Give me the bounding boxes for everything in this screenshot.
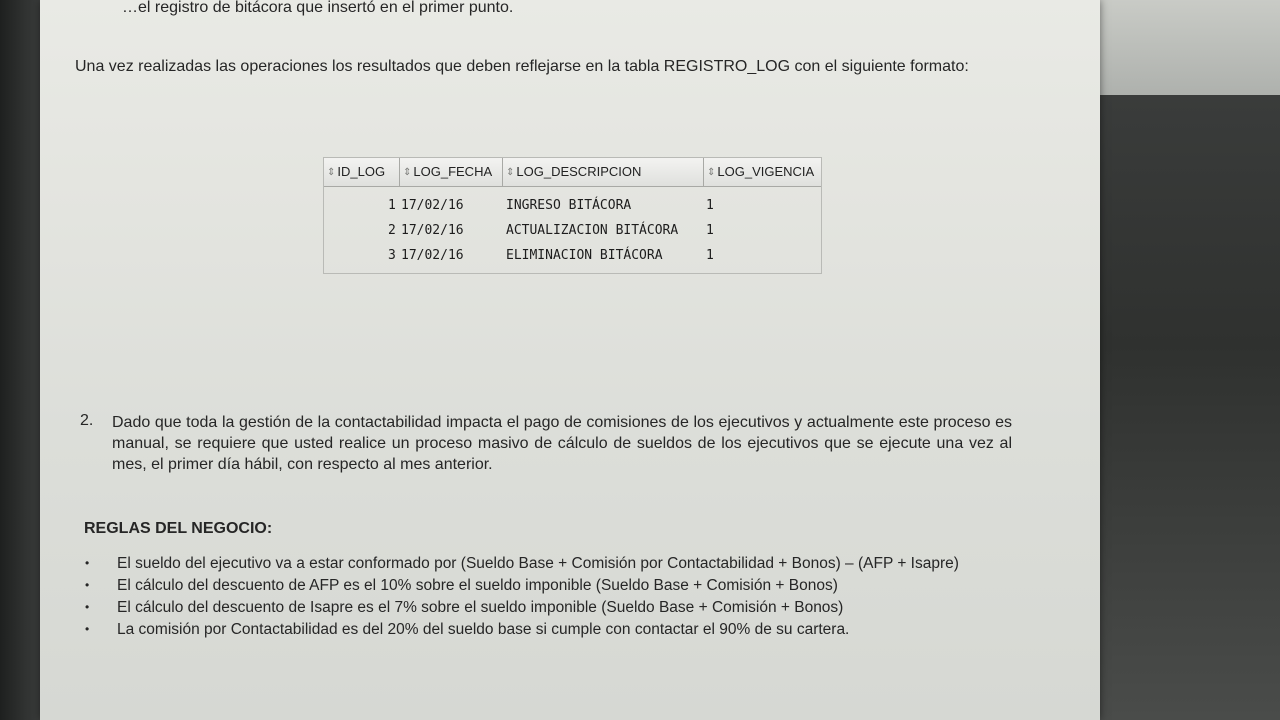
registro-log-table: ⇕ ID_LOG ⇕ LOG_FECHA ⇕ LOG_DESCRIPCION ⇕ LOG… <box>323 157 822 274</box>
cell-id: 3 <box>388 248 396 263</box>
column-header-log-descripcion: ⇕ LOG_DESCRIPCION <box>503 158 704 186</box>
sort-icon: ⇕ <box>327 167 336 178</box>
list-item: • El cálculo del descuento de AFP es el … <box>85 577 838 594</box>
bullet-icon: • <box>85 622 90 636</box>
partial-top-text: …el registro de bitácora que insertó en … <box>122 0 514 16</box>
background-desk-left <box>0 0 40 720</box>
background-desk-right <box>1095 95 1280 720</box>
column-header-log-fecha: ⇕ LOG_FECHA <box>400 158 503 186</box>
rules-heading: REGLAS DEL NEGOCIO: <box>84 520 273 537</box>
list-item: • El cálculo del descuento de Isapre es … <box>85 599 844 616</box>
cell-id: 1 <box>388 198 396 213</box>
background-desk-top <box>1095 0 1280 95</box>
cell-fecha: 17/02/16 <box>401 248 464 263</box>
cell-fecha: 17/02/16 <box>401 223 464 238</box>
cell-descripcion: ACTUALIZACION BITÁCORA <box>506 223 679 238</box>
sort-icon: ⇕ <box>403 167 412 178</box>
bullet-icon: • <box>85 556 90 570</box>
cell-descripcion: ELIMINACION BITÁCORA <box>506 248 663 263</box>
table-header-row: ⇕ ID_LOG ⇕ LOG_FECHA ⇕ LOG_DESCRIPCION ⇕ LOG… <box>324 158 821 187</box>
intro-paragraph: Una vez realizadas las operaciones los r… <box>75 58 969 75</box>
sort-icon: ⇕ <box>506 167 515 178</box>
cell-id: 2 <box>388 223 396 238</box>
list-item: • El sueldo del ejecutivo va a estar con… <box>85 555 959 572</box>
column-header-log-vigencia: ⇕ LOG_VIGENCIA <box>704 158 821 186</box>
item-2-paragraph: Dado que toda la gestión de la contactab… <box>112 414 1012 473</box>
cell-descripcion: INGRESO BITÁCORA <box>506 198 632 213</box>
list-item: • La comisión por Contactabilidad es del… <box>85 621 850 638</box>
cell-vigencia: 1 <box>706 198 714 213</box>
column-header-id-log: ⇕ ID_LOG <box>324 158 400 186</box>
bullet-icon: • <box>85 578 90 592</box>
table-row: 2 17/02/16 ACTUALIZACION BITÁCORA 1 <box>324 219 821 243</box>
cell-fecha: 17/02/16 <box>401 198 464 213</box>
cell-vigencia: 1 <box>706 223 714 238</box>
rules-list: • El sueldo del ejecutivo va a estar con… <box>85 553 1015 641</box>
table-row: 3 17/02/16 ELIMINACION BITÁCORA 1 <box>324 244 821 268</box>
cell-vigencia: 1 <box>706 248 714 263</box>
item-number: 2. <box>80 412 94 429</box>
bullet-icon: • <box>85 600 90 614</box>
sort-icon: ⇕ <box>707 167 716 178</box>
table-row: 1 17/02/16 INGRESO BITÁCORA 1 <box>324 194 821 218</box>
